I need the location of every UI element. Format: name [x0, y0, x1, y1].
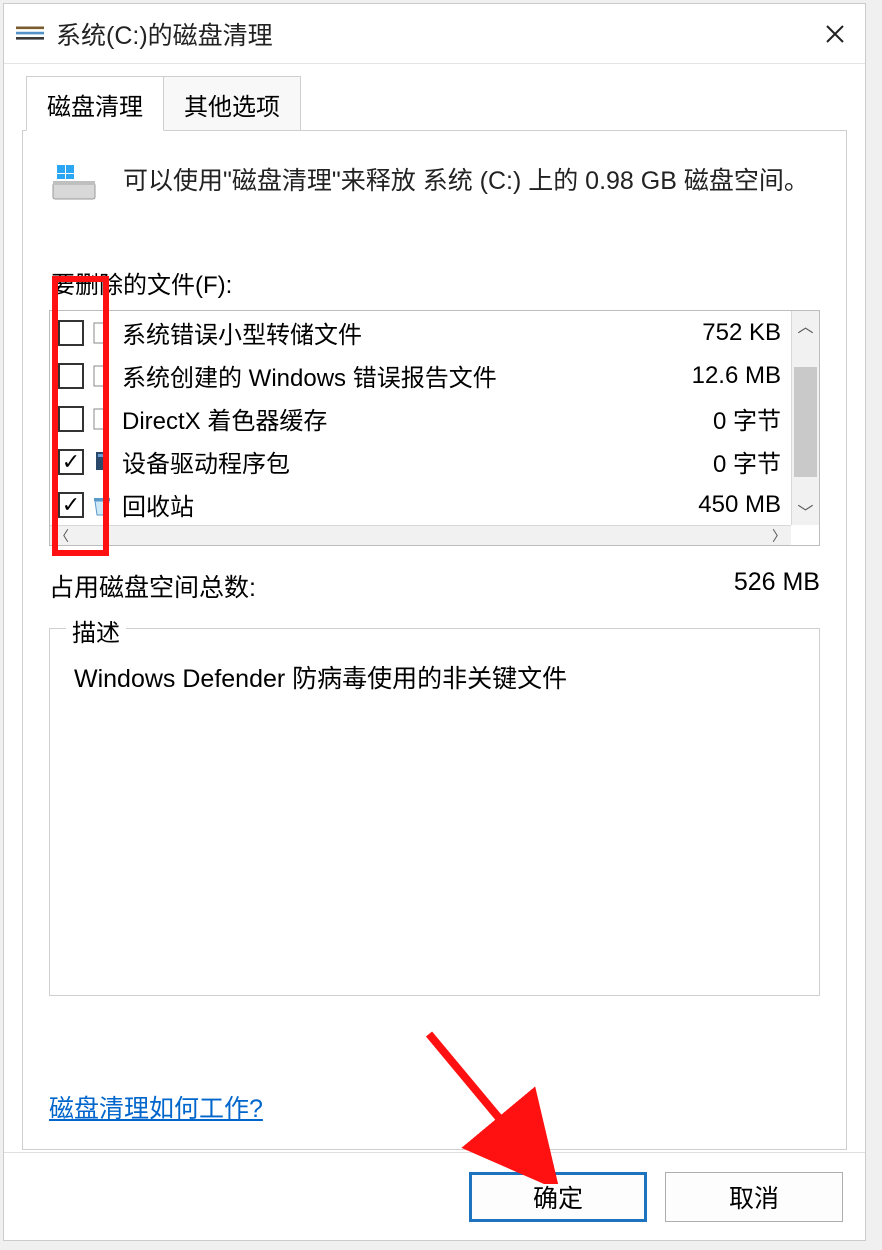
description-legend: 描述 [66, 613, 126, 648]
horizontal-scrollbar[interactable]: 〈 〉 [50, 525, 791, 545]
cancel-button[interactable]: 取消 [665, 1172, 843, 1222]
scroll-up-icon[interactable]: ︿ [792, 311, 819, 339]
ok-button[interactable]: 确定 [469, 1172, 647, 1222]
intro-row: 可以使用"磁盘清理"来释放 系统 (C:) 上的 0.98 GB 磁盘空间。 [49, 159, 820, 205]
drive-icon [49, 159, 99, 205]
checkbox[interactable] [58, 363, 84, 389]
tab-cleanup[interactable]: 磁盘清理 [26, 76, 164, 131]
scroll-right-icon[interactable]: 〉 [767, 526, 791, 546]
file-size: 12.6 MB [692, 362, 791, 390]
file-size: 0 字节 [713, 401, 791, 436]
checkbox[interactable] [58, 449, 84, 475]
file-icon [90, 407, 114, 431]
scroll-left-icon[interactable]: 〈 [50, 526, 74, 546]
footer: 确定 取消 [4, 1152, 865, 1240]
file-size: 450 MB [698, 491, 791, 519]
file-list: 系统错误小型转储文件 752 KB 系统创建的 Windows 错误报告文件 1… [49, 310, 820, 546]
file-name: 系统创建的 Windows 错误报告文件 [122, 358, 692, 393]
total-row: 占用磁盘空间总数: 526 MB [49, 568, 820, 604]
file-row[interactable]: DirectX 着色器缓存 0 字节 [50, 397, 791, 440]
file-row[interactable]: 系统创建的 Windows 错误报告文件 12.6 MB [50, 354, 791, 397]
file-name: 系统错误小型转储文件 [122, 315, 702, 350]
files-to-delete-label: 要删除的文件(F): [51, 265, 820, 300]
vertical-scrollbar[interactable]: ︿ ﹀ [791, 311, 819, 525]
checkbox[interactable] [58, 492, 84, 518]
close-button[interactable] [817, 16, 853, 52]
window-title: 系统(C:)的磁盘清理 [56, 16, 817, 52]
total-label: 占用磁盘空间总数: [49, 568, 734, 604]
tabs: 磁盘清理 其他选项 [26, 76, 847, 131]
total-value: 526 MB [734, 568, 820, 604]
file-size: 0 字节 [713, 444, 791, 479]
intro-text: 可以使用"磁盘清理"来释放 系统 (C:) 上的 0.98 GB 磁盘空间。 [123, 163, 809, 201]
body: 磁盘清理 其他选项 可以使用"磁盘清理"来释放 系统 (C:) 上的 0.98 … [4, 64, 865, 1150]
file-name: DirectX 着色器缓存 [122, 401, 713, 436]
checkbox[interactable] [58, 320, 84, 346]
disk-cleanup-icon [16, 23, 44, 45]
tab-panel: 可以使用"磁盘清理"来释放 系统 (C:) 上的 0.98 GB 磁盘空间。 要… [22, 130, 847, 1150]
description-text: Windows Defender 防病毒使用的非关键文件 [74, 659, 795, 695]
file-name: 设备驱动程序包 [122, 444, 713, 479]
disk-cleanup-window: 系统(C:)的磁盘清理 磁盘清理 其他选项 [3, 3, 866, 1241]
file-icon [90, 364, 114, 388]
scroll-thumb[interactable] [794, 367, 817, 477]
titlebar: 系统(C:)的磁盘清理 [4, 4, 865, 64]
checkbox[interactable] [58, 406, 84, 432]
file-row[interactable]: 回收站 450 MB [50, 483, 791, 525]
device-icon [90, 450, 114, 474]
scroll-down-icon[interactable]: ﹀ [792, 497, 819, 525]
file-row[interactable]: 设备驱动程序包 0 字节 [50, 440, 791, 483]
file-name: 回收站 [122, 487, 698, 522]
help-link[interactable]: 磁盘清理如何工作? [49, 1089, 263, 1125]
file-size: 752 KB [702, 319, 791, 347]
file-icon [90, 321, 114, 345]
recycle-bin-icon [90, 493, 114, 517]
file-row[interactable]: 系统错误小型转储文件 752 KB [50, 311, 791, 354]
description-group: 描述 Windows Defender 防病毒使用的非关键文件 [49, 628, 820, 996]
tab-more-options[interactable]: 其他选项 [164, 76, 301, 131]
